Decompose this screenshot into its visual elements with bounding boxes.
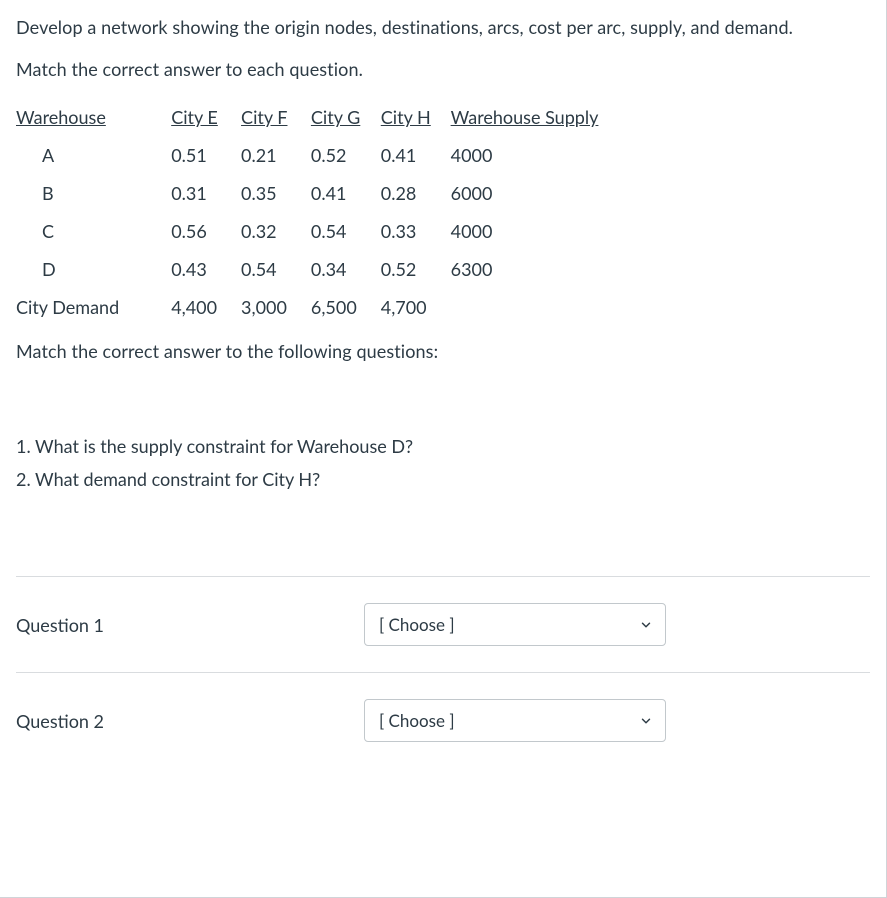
chevron-down-icon bbox=[639, 618, 653, 632]
col-city-h: City H bbox=[381, 98, 451, 136]
cell: 0.52 bbox=[381, 250, 451, 288]
row-label: B bbox=[16, 174, 171, 212]
table-row: D 0.43 0.54 0.34 0.52 6300 bbox=[16, 250, 610, 288]
row-label: D bbox=[16, 250, 171, 288]
row-label: C bbox=[16, 212, 171, 250]
match-label-2: Question 2 bbox=[16, 710, 364, 732]
cell: 4,400 bbox=[171, 288, 241, 326]
cell: 6,500 bbox=[311, 288, 381, 326]
cell bbox=[451, 288, 611, 326]
row-label: City Demand bbox=[16, 288, 171, 326]
cell: 0.33 bbox=[381, 212, 451, 250]
col-warehouse: Warehouse bbox=[16, 98, 171, 136]
cell: 3,000 bbox=[241, 288, 311, 326]
col-city-e: City E bbox=[171, 98, 241, 136]
cell: 0.21 bbox=[241, 136, 311, 174]
table-row: C 0.56 0.32 0.54 0.33 4000 bbox=[16, 212, 610, 250]
cell: 6000 bbox=[451, 174, 611, 212]
match-row-1: Question 1 [ Choose ] bbox=[16, 576, 870, 672]
cell: 0.34 bbox=[311, 250, 381, 288]
cell: 0.43 bbox=[171, 250, 241, 288]
choose-dropdown-2[interactable]: [ Choose ] bbox=[364, 699, 666, 742]
cell: 0.41 bbox=[311, 174, 381, 212]
instruction-1: Match the correct answer to each questio… bbox=[16, 56, 870, 84]
col-city-g: City G bbox=[311, 98, 381, 136]
dropdown-value: [ Choose ] bbox=[379, 614, 455, 635]
cell: 4,700 bbox=[381, 288, 451, 326]
cell: 0.54 bbox=[311, 212, 381, 250]
table-row: B 0.31 0.35 0.41 0.28 6000 bbox=[16, 174, 610, 212]
cell: 0.54 bbox=[241, 250, 311, 288]
chevron-down-icon bbox=[639, 714, 653, 728]
cell: 4000 bbox=[451, 212, 611, 250]
cell: 0.52 bbox=[311, 136, 381, 174]
dropdown-value: [ Choose ] bbox=[379, 710, 455, 731]
col-city-f: City F bbox=[241, 98, 311, 136]
intro-text: Develop a network showing the origin nod… bbox=[16, 14, 870, 42]
table-row: A 0.51 0.21 0.52 0.41 4000 bbox=[16, 136, 610, 174]
cell: 0.41 bbox=[381, 136, 451, 174]
cell: 6300 bbox=[451, 250, 611, 288]
cell: 4000 bbox=[451, 136, 611, 174]
match-label-1: Question 1 bbox=[16, 614, 364, 636]
row-label: A bbox=[16, 136, 171, 174]
question-body: Develop a network showing the origin nod… bbox=[0, 0, 887, 898]
cell: 0.31 bbox=[171, 174, 241, 212]
cell: 0.35 bbox=[241, 174, 311, 212]
question-2-text: 2. What demand constraint for City H? bbox=[16, 463, 870, 496]
cost-table: Warehouse City E City F City G City H Wa… bbox=[16, 98, 610, 326]
question-1-text: 1. What is the supply constraint for War… bbox=[16, 430, 870, 463]
table-row-demand: City Demand 4,400 3,000 6,500 4,700 bbox=[16, 288, 610, 326]
cell: 0.28 bbox=[381, 174, 451, 212]
col-supply: Warehouse Supply bbox=[451, 98, 611, 136]
question-list: 1. What is the supply constraint for War… bbox=[16, 430, 870, 497]
cell: 0.51 bbox=[171, 136, 241, 174]
match-row-2: Question 2 [ Choose ] bbox=[16, 672, 870, 750]
choose-dropdown-1[interactable]: [ Choose ] bbox=[364, 603, 666, 646]
cell: 0.32 bbox=[241, 212, 311, 250]
cell: 0.56 bbox=[171, 212, 241, 250]
instruction-2: Match the correct answer to the followin… bbox=[16, 338, 870, 366]
